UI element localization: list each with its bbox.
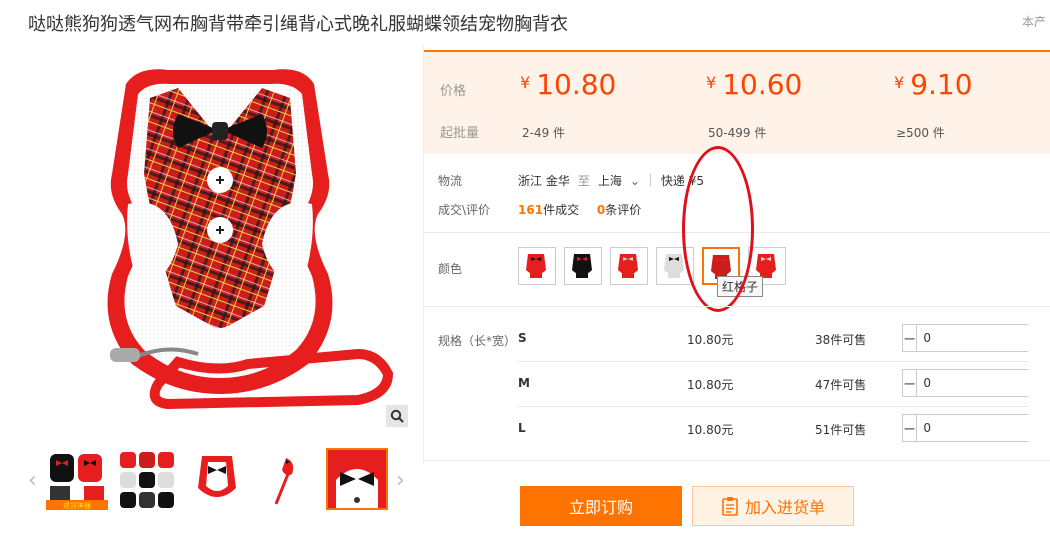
deals-count-suffix: 件成交 (543, 203, 580, 217)
chevron-left-icon[interactable]: ‹ (28, 468, 37, 493)
color-swatch-1[interactable] (518, 247, 556, 285)
range-tier-1: 2-49 件 (522, 126, 566, 140)
logistics-divider (649, 174, 651, 186)
thumbnail-4[interactable] (256, 448, 318, 510)
minus-icon[interactable]: − (903, 415, 916, 441)
range-tier-2: 50-499 件 (708, 126, 767, 140)
logistics-to[interactable]: 上海 (598, 174, 622, 188)
clipboard-icon (722, 497, 738, 516)
logistics-label: 物流 (438, 174, 463, 188)
minus-icon[interactable]: − (903, 370, 916, 396)
spec-price: 10.80元 (687, 378, 734, 392)
reviews-count[interactable]: 0 (597, 203, 605, 217)
title-right-text: 本产 (1022, 15, 1047, 29)
spec-row-divider (518, 361, 1028, 362)
spec-price: 10.80元 (687, 423, 734, 437)
range-tier-3: ≥500 件 (896, 126, 945, 140)
logistics-to-word: 至 (577, 174, 590, 188)
chevron-right-icon[interactable]: › (396, 468, 405, 493)
thumbnail-1[interactable]: 退货神器 (46, 448, 108, 510)
chevron-down-icon[interactable]: ⌄ (630, 174, 640, 188)
deals-count: 161 (518, 203, 544, 217)
product-title: 哒哒熊狗狗透气网布胸背带牵引绳背心式晚礼服蝴蝶领结宠物胸背衣 (28, 14, 568, 35)
price-tier-2: ¥10.60 (706, 68, 803, 101)
annotation-circle (682, 146, 754, 312)
section-divider (424, 306, 1050, 307)
logistics-info: 浙江 金华至上海 ⌄ 快递 ¥5 (518, 172, 704, 189)
price-tier-1: ¥10.80 (520, 68, 617, 101)
section-divider (424, 460, 1050, 461)
spec-price: 10.80元 (687, 333, 734, 347)
order-now-button[interactable]: 立即订购 (520, 486, 682, 526)
add-to-cart-button[interactable]: 加入进货单 (692, 486, 854, 526)
spec-row-divider (518, 406, 1028, 407)
quantity-input[interactable] (916, 415, 1050, 441)
thumbnail-strip: ‹ 退货神器 › (28, 448, 412, 514)
spec-size: S (518, 331, 527, 345)
spec-label: 规格（长*宽） (438, 334, 517, 348)
zoom-icon (390, 409, 404, 423)
color-swatch-3[interactable] (610, 247, 648, 285)
logistics-from: 浙江 金华 (518, 174, 570, 188)
spec-stock: 38件可售 (815, 333, 867, 347)
minus-icon[interactable]: − (903, 325, 916, 351)
thumbnail-badge: 退货神器 (63, 501, 91, 510)
spec-stock: 51件可售 (815, 423, 867, 437)
reviews-suffix[interactable]: 条评价 (605, 203, 641, 217)
deals-label: 成交\评价 (438, 203, 491, 217)
thumbnail-5[interactable] (326, 448, 388, 510)
quantity-input[interactable] (916, 370, 1050, 396)
quantity-stepper: −+ (902, 324, 1050, 352)
moq-label: 起批量 (440, 126, 480, 141)
add-to-cart-label: 加入进货单 (744, 498, 825, 517)
quantity-stepper: −+ (902, 414, 1050, 442)
thumbnail-2[interactable] (116, 448, 178, 510)
quantity-stepper: −+ (902, 369, 1050, 397)
color-swatch-2[interactable] (564, 247, 602, 285)
spec-stock: 47件可售 (815, 378, 867, 392)
spec-size: M (518, 376, 530, 390)
price-tier-3: ¥9.10 (894, 68, 973, 101)
price-box: 价格 起批量 ¥10.80 ¥10.60 ¥9.10 2-49 件 50-499… (424, 50, 1050, 154)
quantity-input[interactable] (916, 325, 1050, 351)
zoom-button[interactable] (386, 405, 408, 427)
thumbnail-3[interactable] (186, 448, 248, 510)
color-label: 颜色 (438, 262, 463, 276)
main-product-image[interactable] (28, 44, 412, 434)
deals-info: 161件成交 0条评价 (518, 201, 641, 218)
spec-size: L (518, 421, 526, 435)
price-label: 价格 (440, 84, 467, 99)
